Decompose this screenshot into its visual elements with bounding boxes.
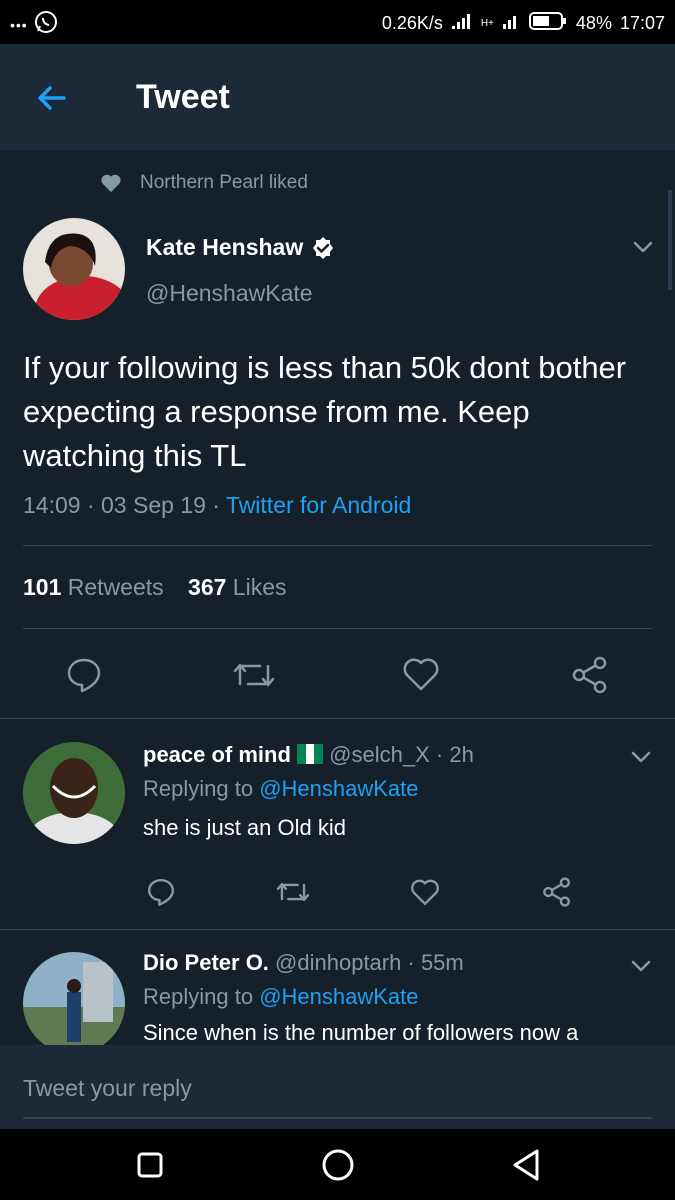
reply-handle[interactable]: @selch_X [329,742,430,767]
reply-composer[interactable]: Tweet your reply [0,1045,675,1129]
arrow-left-icon [38,86,66,110]
chevron-down-icon[interactable] [631,960,651,972]
reply-header: Dio Peter O. @dinhoptarh · 55m [143,950,464,975]
clock: 17:07 [619,13,665,33]
whatsapp-icon [34,10,58,39]
chevron-down-icon[interactable] [633,241,653,253]
divider [23,628,652,629]
chevron-down-icon[interactable] [631,751,651,763]
home-circle-icon[interactable] [321,1148,355,1182]
notification-dots: ••• [10,16,28,33]
reply-author-name[interactable]: Dio Peter O. [143,950,269,975]
tweet-text: If your following is less than 50k dont … [23,350,627,473]
likes-stat[interactable]: 367 Likes [188,574,286,600]
retweet-icon[interactable] [232,656,276,694]
reply-icon[interactable] [65,656,103,694]
cell-signal-icon [502,12,520,35]
reply-time: 2h [449,742,474,767]
network-speed: 0.26K/s [381,13,443,33]
replying-to-label: Replying to [143,776,254,801]
replying-to: Replying to @HenshawKate [143,776,419,802]
scrollbar[interactable] [668,190,672,290]
likes-label: Likes [232,574,287,600]
retweets-stat[interactable]: 101 Retweets [23,574,170,600]
author-handle[interactable]: @HenshawKate [146,280,313,307]
tweet-source-link[interactable]: Twitter for Android [226,492,411,518]
tweet-action-bar [0,650,675,700]
replying-to: Replying to @HenshawKate [143,984,419,1010]
battery-percent: 48% [575,13,612,33]
reply-text: Since when is the number of followers no… [143,1020,579,1045]
tweet-time: 14:09 [23,492,81,518]
tweet-date: 03 Sep 19 [101,492,206,518]
replying-to-link[interactable]: @HenshawKate [259,776,418,801]
retweets-count: 101 [23,574,62,600]
page-title: Tweet [136,78,230,116]
back-triangle-icon[interactable] [510,1148,542,1182]
reply-input[interactable]: Tweet your reply [23,1075,192,1102]
reply-item[interactable]: peace of mind @selch_X · 2h Replying to … [0,719,675,929]
verified-badge-icon [313,236,334,259]
divider [23,545,652,546]
replying-to-label: Replying to [143,984,254,1009]
status-bar: ••• 0.26K/s H+ 48% 17:07 [0,0,675,44]
retweet-icon[interactable] [275,877,311,907]
tweet-stats: 101 Retweets 367 Likes [23,574,287,601]
recents-square-icon[interactable] [136,1151,164,1179]
heart-icon[interactable] [410,877,440,907]
retweets-label: Retweets [67,574,164,600]
tweet-meta: 14:09 · 03 Sep 19 · Twitter for Android [23,492,412,518]
reply-author-name[interactable]: peace of mind [143,742,291,767]
app-bar: Tweet [0,44,675,150]
network-type: H+ [480,18,494,29]
avatar[interactable] [23,218,125,320]
heart-filled-icon [101,174,121,193]
reply-avatar[interactable] [23,952,125,1045]
reply-text: she is just an Old kid [143,815,346,840]
battery-icon [528,11,568,36]
likes-count: 367 [188,574,227,600]
reply-item[interactable]: Dio Peter O. @dinhoptarh · 55m Replying … [0,930,675,1045]
reply-header: peace of mind @selch_X · 2h [143,742,474,767]
social-context-text: Northern Pearl liked [140,172,308,193]
replying-to-link[interactable]: @HenshawKate [259,984,418,1009]
reply-avatar[interactable] [23,742,125,844]
nigeria-flag-icon [297,744,324,764]
input-underline [23,1117,652,1119]
share-icon[interactable] [542,877,572,907]
reply-handle[interactable]: @dinhoptarh [275,950,401,975]
author-name-row: Kate Henshaw [146,234,335,261]
system-nav-bar [0,1129,675,1200]
social-context: Northern Pearl liked [100,172,308,194]
share-icon[interactable] [571,656,609,694]
reply-icon[interactable] [146,877,176,907]
author-name[interactable]: Kate Henshaw [146,234,303,261]
back-button[interactable] [34,80,70,116]
wifi-signal-icon [451,12,473,35]
reply-time: 55m [420,950,464,975]
heart-icon[interactable] [402,656,440,692]
